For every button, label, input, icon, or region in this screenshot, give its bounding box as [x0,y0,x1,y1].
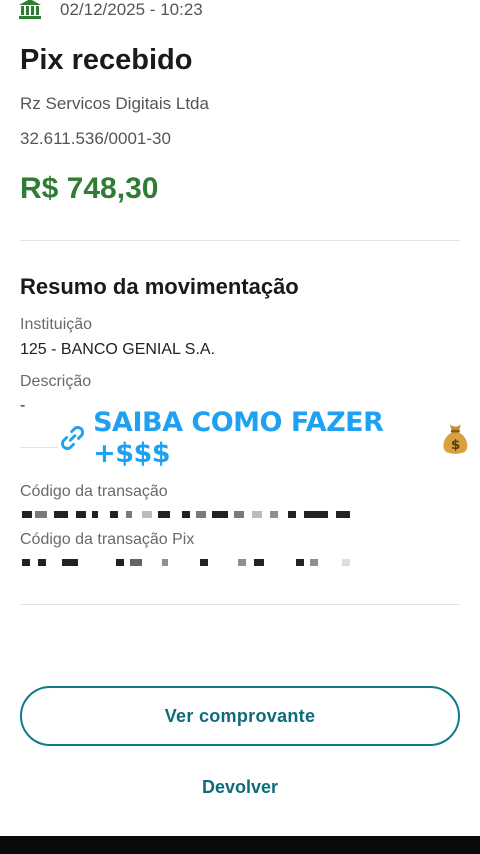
page-title: Pix recebido [20,44,193,76]
view-receipt-button[interactable]: Ver comprovante [20,686,460,746]
sender-name: Rz Servicos Digitais Ltda [20,94,209,113]
return-button[interactable]: Devolver [180,772,300,802]
svg-text:$: $ [451,437,460,453]
amount-value: R$ 748,30 [20,172,159,205]
link-icon [61,426,85,450]
promo-text: SAIBA COMO FAZER +$$$ [93,407,384,469]
description-value: - [20,397,26,414]
transaction-code-masked [20,511,360,519]
divider [20,604,460,605]
promo-overlay[interactable]: SAIBA COMO FAZER +$$$ $ [58,407,480,469]
pix-code-masked [20,559,360,567]
description-label: Descrição [20,373,92,390]
transaction-code-label: Código da transação [20,483,168,500]
bank-icon [19,0,41,19]
system-nav-bar [0,836,480,854]
divider [20,240,460,241]
sender-document: 32.611.536/0001-30 [20,129,171,148]
transaction-timestamp: 02/12/2025 - 10:23 [60,0,203,19]
institution-value: 125 - BANCO GENIAL S.A. [20,341,216,358]
pix-code-label: Código da transação Pix [20,531,195,548]
institution-label: Instituição [20,316,93,333]
summary-title: Resumo da movimentação [20,274,299,299]
money-bag-icon: $ [443,424,468,454]
